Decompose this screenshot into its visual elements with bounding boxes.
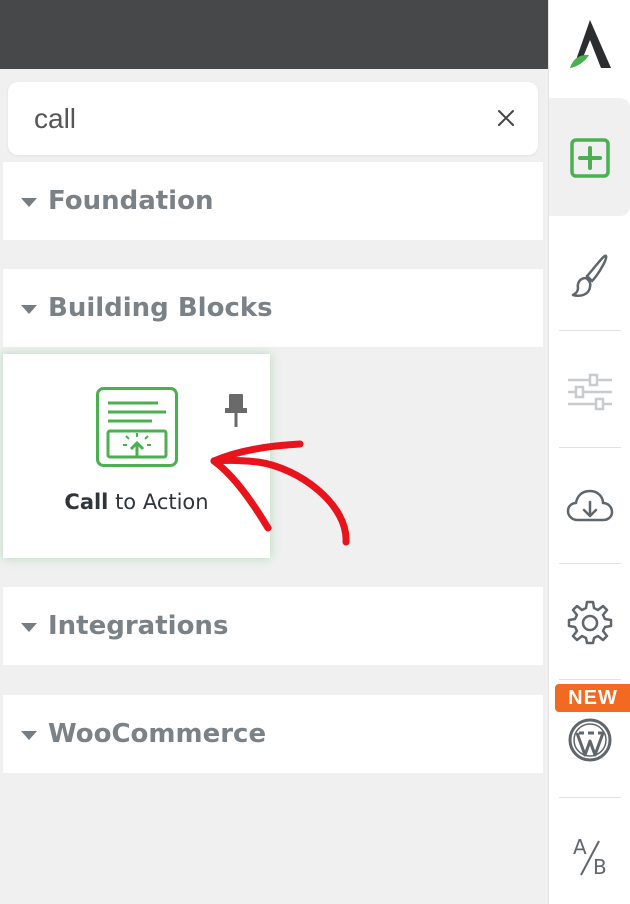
thrive-logo-icon (549, 14, 630, 74)
pin-icon[interactable] (224, 393, 248, 429)
close-icon[interactable] (490, 102, 522, 134)
sliders-icon (568, 373, 612, 411)
element-title: Call to Action (64, 490, 209, 514)
call-to-action-icon (96, 387, 178, 467)
sliders-button[interactable] (549, 364, 630, 420)
section-integrations[interactable]: Integrations (3, 587, 543, 665)
caret-down-icon (21, 730, 37, 740)
section-label: Building Blocks (48, 293, 273, 323)
ab-test-icon: A B (573, 835, 607, 879)
wordpress-button[interactable] (549, 714, 630, 766)
section-building-blocks[interactable]: Building Blocks (3, 269, 543, 347)
section-foundation[interactable]: Foundation (3, 162, 543, 240)
add-element-button[interactable] (549, 130, 630, 186)
section-label: Integrations (48, 611, 229, 641)
right-sidebar: NEW A B (548, 0, 630, 904)
new-badge: NEW (555, 684, 630, 712)
styles-button[interactable] (549, 248, 630, 304)
section-label: WooCommerce (48, 719, 267, 749)
section-label: Foundation (48, 186, 214, 216)
gear-icon (567, 600, 613, 645)
ab-test-button[interactable]: A B (549, 830, 630, 886)
plus-square-icon (570, 138, 610, 178)
caret-down-icon (21, 197, 37, 207)
caret-down-icon (21, 622, 37, 632)
cloud-download-icon (566, 489, 614, 522)
search-box[interactable] (8, 82, 538, 155)
paintbrush-icon (571, 254, 608, 297)
caret-down-icon (21, 304, 37, 314)
search-input[interactable] (34, 102, 474, 136)
wordpress-icon (568, 718, 612, 762)
top-bar (0, 0, 548, 69)
call-to-action-element[interactable]: Call to Action (3, 354, 270, 558)
settings-button[interactable] (549, 594, 630, 650)
cloud-templates-button[interactable] (549, 478, 630, 534)
section-woocommerce[interactable]: WooCommerce (3, 695, 543, 773)
